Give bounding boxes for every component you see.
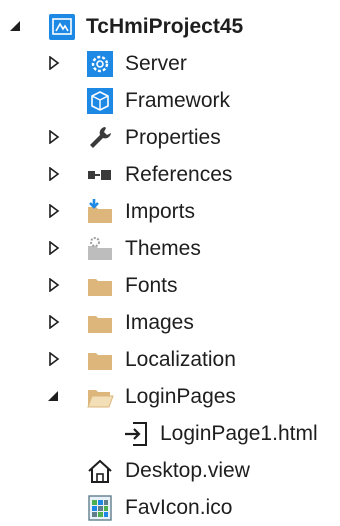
- expanded-arrow-icon[interactable]: [44, 378, 60, 415]
- folder-icon: [86, 309, 114, 337]
- collapsed-arrow-icon[interactable]: [46, 45, 62, 82]
- ico-file-icon: [86, 494, 114, 522]
- tree-node-server[interactable]: Server: [0, 45, 340, 82]
- tree-node-label: Framework: [125, 89, 231, 112]
- tree-node-project[interactable]: TcHmiProject45: [0, 8, 340, 45]
- tree-node-label: LoginPages: [125, 385, 236, 408]
- folder-icon: [86, 346, 114, 374]
- collapsed-arrow-icon[interactable]: [46, 304, 62, 341]
- home-icon: [86, 457, 114, 485]
- tree-node-themes[interactable]: Themes: [0, 230, 340, 267]
- collapsed-arrow-icon[interactable]: [46, 156, 62, 193]
- tree-node-loginpages[interactable]: LoginPages: [0, 378, 340, 415]
- references-icon: [86, 161, 114, 189]
- tree-node-label: Desktop.view: [125, 459, 250, 482]
- tree-node-desktop-view[interactable]: Desktop.view: [0, 452, 340, 489]
- tree-node-fonts[interactable]: Fonts: [0, 267, 340, 304]
- tree-node-favicon[interactable]: FavIcon.ico: [0, 489, 340, 526]
- tree-node-images[interactable]: Images: [0, 304, 340, 341]
- tree-node-framework[interactable]: Framework: [0, 82, 340, 119]
- collapsed-arrow-icon[interactable]: [46, 230, 62, 267]
- tree-node-properties[interactable]: Properties: [0, 119, 340, 156]
- tree-node-label: Images: [125, 311, 194, 334]
- collapsed-arrow-icon[interactable]: [46, 193, 62, 230]
- wrench-icon: [86, 124, 114, 152]
- tree-node-label: LoginPage1.html: [160, 422, 318, 445]
- tree-node-imports[interactable]: Imports: [0, 193, 340, 230]
- collapsed-arrow-icon[interactable]: [46, 267, 62, 304]
- tree-node-references[interactable]: References: [0, 156, 340, 193]
- tree-node-label: References: [125, 163, 233, 186]
- folder-icon: [86, 272, 114, 300]
- tree-node-localization[interactable]: Localization: [0, 341, 340, 378]
- themes-folder-icon: [86, 235, 114, 263]
- collapsed-arrow-icon[interactable]: [46, 341, 62, 378]
- tree-node-label: Imports: [125, 200, 196, 223]
- tree-node-label: Localization: [125, 348, 236, 371]
- project-name-label: TcHmiProject45: [86, 15, 244, 38]
- tree-node-label: Themes: [125, 237, 201, 260]
- imports-folder-icon: [86, 198, 114, 226]
- hmi-project-icon: [48, 13, 76, 41]
- tree-node-label: FavIcon.ico: [125, 496, 233, 519]
- framework-cube-icon: [86, 87, 114, 115]
- expanded-arrow-icon[interactable]: [6, 8, 22, 45]
- tree-node-label: Fonts: [125, 274, 178, 297]
- open-folder-icon: [86, 383, 114, 411]
- tree-node-label: Properties: [125, 126, 221, 149]
- tree-node-loginpage1[interactable]: LoginPage1.html: [0, 415, 340, 452]
- server-gear-icon: [86, 50, 114, 78]
- login-page-icon: [122, 420, 150, 448]
- collapsed-arrow-icon[interactable]: [46, 119, 62, 156]
- tree-node-label: Server: [125, 52, 187, 75]
